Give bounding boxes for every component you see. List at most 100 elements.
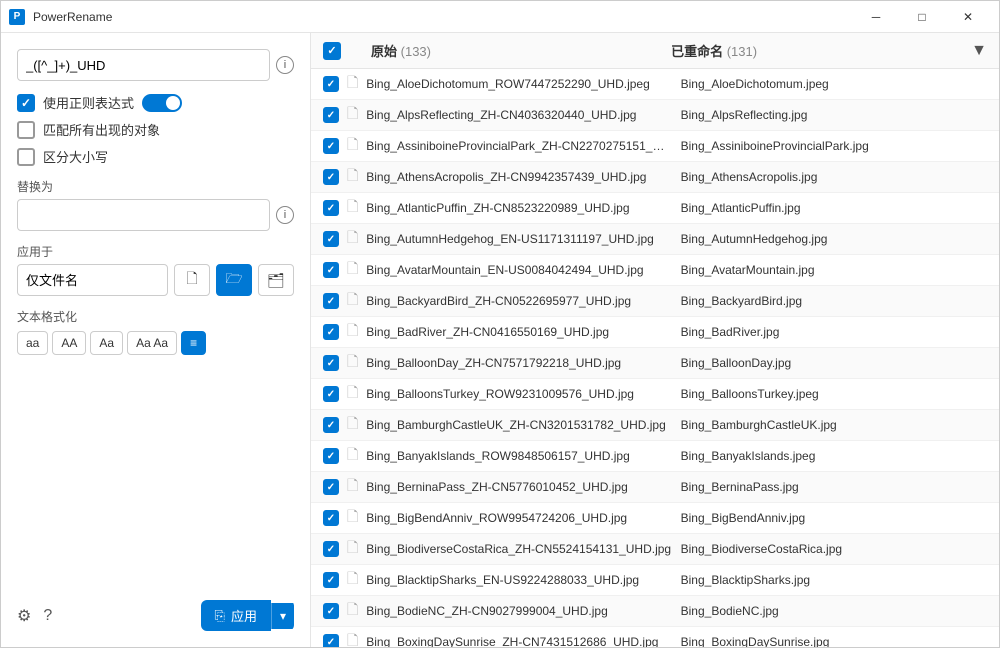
main-window: P PowerRename ─ □ ✕ i ✓ <box>0 0 1000 648</box>
row-checkbox-1[interactable]: ✓ <box>323 107 339 123</box>
file-icon-10: 🗋 <box>347 382 358 406</box>
row-checkbox-7[interactable]: ✓ <box>323 293 339 309</box>
match-all-label: 匹配所有出现的对象 <box>43 120 160 139</box>
row-checkbox-12[interactable]: ✓ <box>323 448 339 464</box>
table-row: ✓ 🗋 Bing_BiodiverseCostaRica_ZH-CN552415… <box>311 534 999 565</box>
wordcase-btn[interactable]: Aa Aa <box>127 331 177 355</box>
file-icon-0: 🗋 <box>347 72 358 96</box>
row-checkbox-8[interactable]: ✓ <box>323 324 339 340</box>
use-regex-check: ✓ <box>17 94 35 112</box>
apply-to-section: 应用于 仅文件名 🗋 🗁 🗂 <box>17 243 294 296</box>
apply-icon: ⎘ <box>215 608 225 624</box>
use-regex-checkbox[interactable]: ✓ 使用正则表达式 <box>17 93 294 112</box>
table-row: ✓ 🗋 Bing_AtlanticPuffin_ZH-CN8523220989_… <box>311 193 999 224</box>
row-checkbox-4[interactable]: ✓ <box>323 200 339 216</box>
table-row: ✓ 🗋 Bing_AloeDichotomum_ROW7447252290_UH… <box>311 69 999 100</box>
apply-button-group: ⎘ 应用 ▾ <box>201 600 294 631</box>
row-checkbox-2[interactable]: ✓ <box>323 138 339 154</box>
row-checkbox-18[interactable]: ✓ <box>323 634 339 647</box>
file-icon-9: 🗋 <box>347 351 358 375</box>
content-area: i ✓ 使用正则表达式 匹配所有出现的对象 <box>1 33 999 647</box>
file-renamed-name-13: Bing_BerninaPass.jpg <box>681 480 987 494</box>
format-section: 文本格式化 aa AA Aa Aa Aa ≡ <box>17 308 294 355</box>
file-icon-18: 🗋 <box>347 630 358 647</box>
row-checkbox-13[interactable]: ✓ <box>323 479 339 495</box>
title-bar: P PowerRename ─ □ ✕ <box>1 1 999 33</box>
right-panel: ✓ 原始 (133) 已重命名 (131) ▼ ✓ 🗋 Bing_AloeDic… <box>311 33 999 647</box>
file-icon-15: 🗋 <box>347 537 358 561</box>
regex-toggle[interactable] <box>142 94 182 112</box>
file-renamed-name-18: Bing_BoxingDaySunrise.jpg <box>681 635 987 647</box>
nochange-btn[interactable]: ≡ <box>181 331 206 355</box>
row-checkbox-11[interactable]: ✓ <box>323 417 339 433</box>
file-only-btn[interactable]: 🗋 <box>174 264 210 296</box>
uppercase-btn[interactable]: AA <box>52 331 86 355</box>
table-row: ✓ 🗋 Bing_BerninaPass_ZH-CN5776010452_UHD… <box>311 472 999 503</box>
replace-info-icon[interactable]: i <box>276 206 294 224</box>
apply-button[interactable]: ⎘ 应用 <box>201 600 271 631</box>
row-checkbox-10[interactable]: ✓ <box>323 386 339 402</box>
lowercase-btn[interactable]: aa <box>17 331 48 355</box>
row-checkbox-17[interactable]: ✓ <box>323 603 339 619</box>
bottom-icons: ⚙ ? <box>17 606 52 626</box>
row-checkbox-6[interactable]: ✓ <box>323 262 339 278</box>
table-row: ✓ 🗋 Bing_BodieNC_ZH-CN9027999004_UHD.jpg… <box>311 596 999 627</box>
table-row: ✓ 🗋 Bing_BigBendAnniv_ROW9954724206_UHD.… <box>311 503 999 534</box>
row-checkbox-14[interactable]: ✓ <box>323 510 339 526</box>
file-original-name-4: Bing_AtlanticPuffin_ZH-CN8523220989_UHD.… <box>366 201 672 215</box>
table-row: ✓ 🗋 Bing_AvatarMountain_EN-US0084042494_… <box>311 255 999 286</box>
titlecase-btn[interactable]: Aa <box>90 331 123 355</box>
row-checkbox-9[interactable]: ✓ <box>323 355 339 371</box>
table-row: ✓ 🗋 Bing_AthensAcropolis_ZH-CN9942357439… <box>311 162 999 193</box>
apply-dropdown-button[interactable]: ▾ <box>271 603 294 629</box>
row-checkbox-3[interactable]: ✓ <box>323 169 339 185</box>
table-row: ✓ 🗋 Bing_BackyardBird_ZH-CN0522695977_UH… <box>311 286 999 317</box>
renamed-column-header: 已重命名 (131) <box>671 41 963 60</box>
use-regex-label: 使用正则表达式 <box>43 93 134 112</box>
search-info-icon[interactable]: i <box>276 56 294 74</box>
close-button[interactable]: ✕ <box>945 1 991 33</box>
file-original-name-6: Bing_AvatarMountain_EN-US0084042494_UHD.… <box>366 263 672 277</box>
folder-only-btn[interactable]: 🗁 <box>216 264 252 296</box>
file-original-name-7: Bing_BackyardBird_ZH-CN0522695977_UHD.jp… <box>366 294 672 308</box>
file-original-name-3: Bing_AthensAcropolis_ZH-CN9942357439_UHD… <box>366 170 672 184</box>
file-original-name-18: Bing_BoxingDaySunrise_ZH-CN7431512686_UH… <box>366 635 672 647</box>
file-original-name-11: Bing_BamburghCastleUK_ZH-CN3201531782_UH… <box>366 418 672 432</box>
maximize-button[interactable]: □ <box>899 1 945 33</box>
replace-row: i <box>17 199 294 231</box>
replace-input[interactable] <box>17 199 270 231</box>
search-row: i <box>17 49 294 81</box>
table-row: ✓ 🗋 Bing_BalloonsTurkey_ROW9231009576_UH… <box>311 379 999 410</box>
title-bar-left: P PowerRename <box>9 9 112 25</box>
file-renamed-name-4: Bing_AtlanticPuffin.jpg <box>681 201 987 215</box>
file-icon-3: 🗋 <box>347 165 358 189</box>
settings-icon[interactable]: ⚙ <box>17 606 31 626</box>
row-checkbox-16[interactable]: ✓ <box>323 572 339 588</box>
row-checkbox-5[interactable]: ✓ <box>323 231 339 247</box>
help-icon[interactable]: ? <box>43 607 52 625</box>
apply-to-select[interactable]: 仅文件名 <box>17 264 168 296</box>
file-renamed-name-11: Bing_BamburghCastleUK.jpg <box>681 418 987 432</box>
case-sensitive-checkbox[interactable]: 区分大小写 <box>17 147 294 166</box>
file-original-name-2: Bing_AssiniboineProvincialPark_ZH-CN2270… <box>366 139 672 153</box>
replace-section: 替换为 i <box>17 178 294 231</box>
file-icon-13: 🗋 <box>347 475 358 499</box>
apply-to-row: 仅文件名 🗋 🗁 🗂 <box>17 264 294 296</box>
match-all-checkbox[interactable]: 匹配所有出现的对象 <box>17 120 294 139</box>
table-row: ✓ 🗋 Bing_BanyakIslands_ROW9848506157_UHD… <box>311 441 999 472</box>
row-checkbox-0[interactable]: ✓ <box>323 76 339 92</box>
file-icon-4: 🗋 <box>347 196 358 220</box>
case-sensitive-label: 区分大小写 <box>43 147 108 166</box>
select-all-checkbox[interactable]: ✓ <box>323 42 341 60</box>
file-renamed-name-12: Bing_BanyakIslands.jpeg <box>681 449 987 463</box>
window-title: PowerRename <box>33 10 112 24</box>
apply-to-label: 应用于 <box>17 243 294 260</box>
file-original-name-5: Bing_AutumnHedgehog_EN-US1171311197_UHD.… <box>366 232 672 246</box>
minimize-button[interactable]: ─ <box>853 1 899 33</box>
row-checkbox-15[interactable]: ✓ <box>323 541 339 557</box>
filter-icon[interactable]: ▼ <box>971 42 987 60</box>
search-input[interactable] <box>17 49 270 81</box>
file-icon-6: 🗋 <box>347 258 358 282</box>
both-btn[interactable]: 🗂 <box>258 264 294 296</box>
table-row: ✓ 🗋 Bing_BalloonDay_ZH-CN7571792218_UHD.… <box>311 348 999 379</box>
